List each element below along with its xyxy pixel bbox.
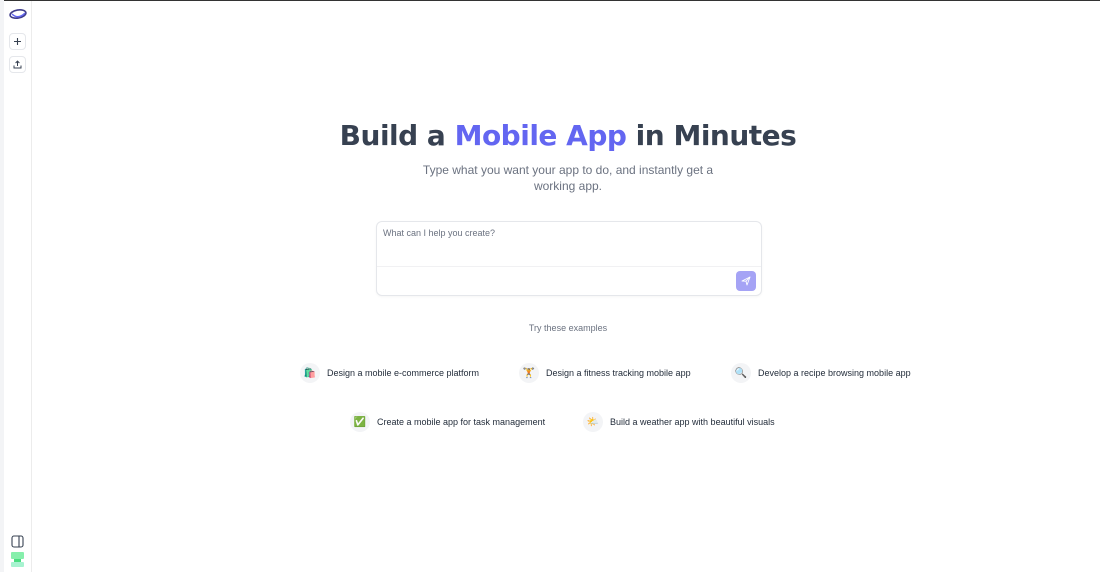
shopping-bags-icon: 🛍️ (300, 363, 320, 383)
prompt-divider (377, 266, 761, 267)
example-fitness[interactable]: 🏋️ Design a fitness tracking mobile app (519, 363, 691, 383)
title-suffix: in Minutes (626, 119, 797, 152)
send-icon (741, 276, 751, 286)
sidebar-toggle-icon[interactable] (11, 535, 24, 548)
examples-label: Try these examples (528, 323, 608, 333)
upload-icon (13, 60, 22, 69)
example-weather[interactable]: 🌤️ Build a weather app with beautiful vi… (583, 412, 775, 432)
prompt-box (376, 221, 762, 296)
example-label: Create a mobile app for task management (377, 417, 546, 427)
page-subtitle: Type what you want your app to do, and i… (422, 163, 714, 193)
example-recipe[interactable]: 🔍 Develop a recipe browsing mobile app (731, 363, 911, 383)
send-button[interactable] (736, 271, 756, 291)
upload-button[interactable] (9, 56, 26, 73)
example-label: Develop a recipe browsing mobile app (758, 368, 911, 378)
new-project-button[interactable] (9, 33, 26, 50)
example-task-management[interactable]: ✅ Create a mobile app for task managemen… (350, 412, 545, 432)
prompt-input[interactable] (383, 228, 753, 264)
example-label: Build a weather app with beautiful visua… (610, 417, 775, 427)
example-label: Design a fitness tracking mobile app (546, 368, 691, 378)
sun-cloud-icon: 🌤️ (583, 412, 603, 432)
plus-icon (14, 38, 21, 45)
title-prefix: Build a (339, 119, 455, 152)
page-title: Build a Mobile App in Minutes (32, 119, 1100, 152)
weightlifter-icon: 🏋️ (519, 363, 539, 383)
title-accent: Mobile App (454, 119, 627, 152)
example-label: Design a mobile e-commerce platform (327, 368, 480, 378)
example-ecommerce[interactable]: 🛍️ Design a mobile e-commerce platform (300, 363, 479, 383)
user-avatar-icon[interactable] (11, 552, 24, 567)
check-mark-icon: ✅ (350, 412, 370, 432)
sidebar (4, 1, 32, 572)
magnifier-icon: 🔍 (731, 363, 751, 383)
app-logo-icon[interactable] (9, 6, 27, 22)
main-content: Build a Mobile App in Minutes Type what … (32, 0, 1100, 572)
